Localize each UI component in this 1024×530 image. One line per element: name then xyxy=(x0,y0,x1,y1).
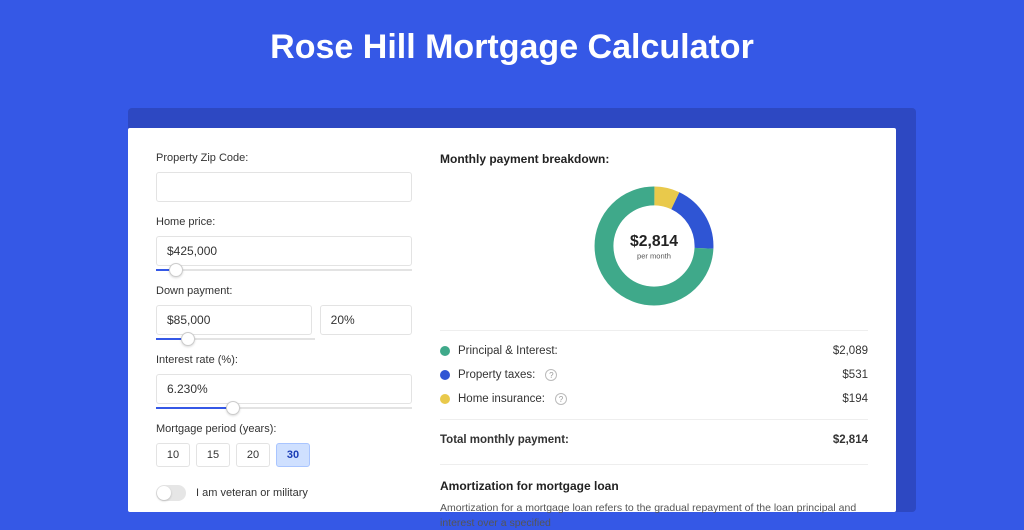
divider xyxy=(440,419,868,420)
zip-label: Property Zip Code: xyxy=(156,152,412,164)
breakdown-row: Property taxes:? $531 xyxy=(440,363,868,387)
divider xyxy=(440,330,868,331)
total-row: Total monthly payment: $2,814 xyxy=(440,428,868,452)
breakdown-label: Principal & Interest: xyxy=(458,345,558,357)
form-panel: Property Zip Code: Home price: Down paym… xyxy=(156,152,412,488)
donut-chart: $2,814 per month xyxy=(440,176,868,322)
calculator-card: Property Zip Code: Home price: Down paym… xyxy=(128,128,896,512)
down-payment-pct-input[interactable] xyxy=(320,305,412,335)
donut-center-sub: per month xyxy=(637,252,671,261)
veteran-label: I am veteran or military xyxy=(196,487,308,499)
home-price-label: Home price: xyxy=(156,216,412,228)
breakdown-row: Principal & Interest: $2,089 xyxy=(440,339,868,363)
total-label: Total monthly payment: xyxy=(440,434,569,446)
slider-knob[interactable] xyxy=(181,332,195,346)
slider-knob[interactable] xyxy=(169,263,183,277)
breakdown-label: Home insurance: xyxy=(458,393,545,405)
interest-input[interactable] xyxy=(156,374,412,404)
down-payment-label: Down payment: xyxy=(156,285,412,297)
down-payment-input[interactable] xyxy=(156,305,312,335)
period-option-10[interactable]: 10 xyxy=(156,443,190,467)
donut-center-value: $2,814 xyxy=(630,233,678,250)
home-price-slider[interactable] xyxy=(156,269,412,271)
zip-input[interactable] xyxy=(156,172,412,202)
legend-dot xyxy=(440,346,450,356)
veteran-row: I am veteran or military xyxy=(156,485,412,501)
veteran-toggle[interactable] xyxy=(156,485,186,501)
interest-slider[interactable] xyxy=(156,407,412,409)
breakdown-panel: Monthly payment breakdown: $2,814 per mo… xyxy=(440,152,868,488)
legend-dot xyxy=(440,394,450,404)
breakdown-value: $2,089 xyxy=(833,345,868,357)
amortization-body: Amortization for a mortgage loan refers … xyxy=(440,501,868,530)
info-icon[interactable]: ? xyxy=(555,393,567,405)
amortization-title: Amortization for mortgage loan xyxy=(440,479,868,493)
period-label: Mortgage period (years): xyxy=(156,423,412,435)
period-option-30[interactable]: 30 xyxy=(276,443,310,467)
down-payment-slider[interactable] xyxy=(156,338,315,340)
breakdown-label: Property taxes: xyxy=(458,369,535,381)
interest-label: Interest rate (%): xyxy=(156,354,412,366)
breakdown-value: $531 xyxy=(842,369,868,381)
home-price-input[interactable] xyxy=(156,236,412,266)
period-option-20[interactable]: 20 xyxy=(236,443,270,467)
slider-knob[interactable] xyxy=(226,401,240,415)
breakdown-title: Monthly payment breakdown: xyxy=(440,152,868,166)
breakdown-row: Home insurance:? $194 xyxy=(440,387,868,411)
info-icon[interactable]: ? xyxy=(545,369,557,381)
legend-dot xyxy=(440,370,450,380)
period-option-15[interactable]: 15 xyxy=(196,443,230,467)
divider xyxy=(440,464,868,465)
total-value: $2,814 xyxy=(833,434,868,446)
breakdown-value: $194 xyxy=(842,393,868,405)
period-options: 10152030 xyxy=(156,443,412,467)
page-title: Rose Hill Mortgage Calculator xyxy=(0,0,1024,85)
